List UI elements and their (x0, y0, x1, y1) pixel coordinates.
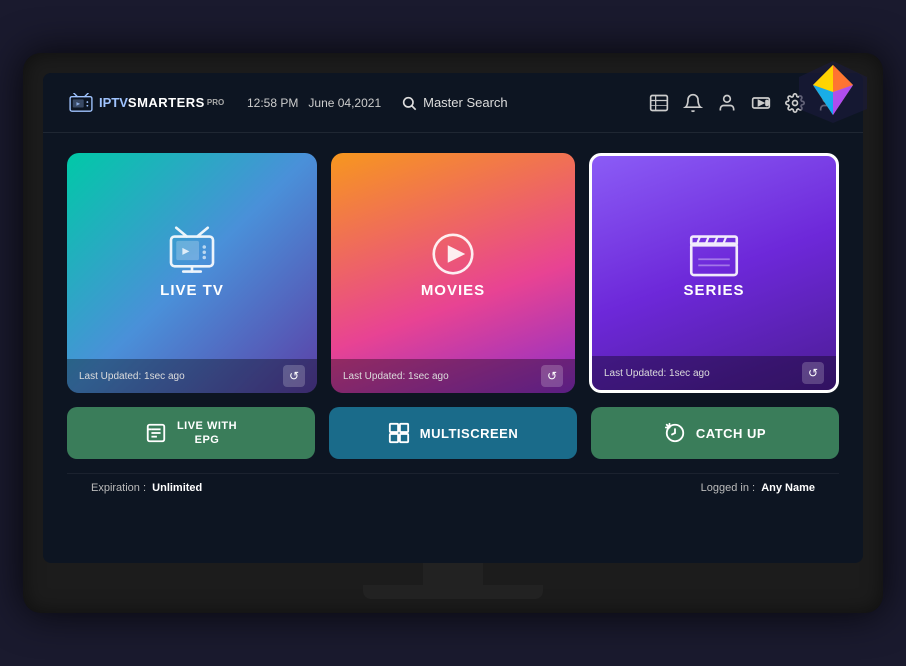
movies-card[interactable]: MOVIES Last Updated: 1sec ago ↺ (331, 153, 575, 393)
user-icon (717, 93, 737, 113)
main-content: LIVE TV Last Updated: 1sec ago ↺ (43, 133, 863, 563)
catchup-clock-icon (664, 422, 686, 444)
logo-pro-text: PRO (207, 98, 224, 107)
app-logo-badge (793, 57, 873, 127)
live-tv-card[interactable]: LIVE TV Last Updated: 1sec ago ↺ (67, 153, 317, 393)
record-button[interactable] (751, 93, 771, 113)
loggedin-info: Logged in : Any Name (701, 482, 815, 494)
series-icon-area: SERIES (592, 156, 836, 356)
live-epg-button[interactable]: LIVE WITHEPG (67, 407, 315, 459)
catchup-button[interactable]: CATCH UP (591, 407, 839, 459)
clapperboard-icon (686, 226, 742, 282)
tv-guide-icon (649, 93, 669, 113)
datetime-display: 12:58 PM June 04,2021 (247, 96, 381, 110)
series-card[interactable]: SERIES Last Updated: 1sec ago ↺ (589, 153, 839, 393)
live-tv-icon-area: LIVE TV (67, 153, 317, 359)
tv-screen: IPTV SMARTERS PRO 12:58 PM June 04,2021 … (43, 73, 863, 563)
multiscreen-label: MULTISCREEN (420, 426, 518, 441)
cards-row: LIVE TV Last Updated: 1sec ago ↺ (67, 153, 839, 393)
movies-updated: Last Updated: 1sec ago (343, 371, 449, 382)
user-profile-button[interactable] (717, 93, 737, 113)
tv-stand-base (363, 585, 543, 599)
logo-area: IPTV SMARTERS PRO (67, 93, 227, 113)
expiration-info: Expiration : Unlimited (91, 482, 202, 494)
tv-logo-icon (67, 93, 95, 113)
master-search-button[interactable]: Master Search (401, 95, 508, 111)
live-tv-title: LIVE TV (160, 282, 224, 299)
movies-footer: Last Updated: 1sec ago ↺ (331, 359, 575, 393)
live-tv-footer: Last Updated: 1sec ago ↺ (67, 359, 317, 393)
multiscreen-button[interactable]: MULTISCREEN (329, 407, 577, 459)
record-icon (751, 93, 771, 113)
movies-title: MOVIES (421, 282, 485, 299)
bell-icon (683, 93, 703, 113)
series-refresh-button[interactable]: ↺ (802, 362, 824, 384)
live-tv-updated: Last Updated: 1sec ago (79, 371, 185, 382)
notification-button[interactable] (683, 93, 703, 113)
movies-icon-area: MOVIES (331, 153, 575, 359)
live-tv-refresh-button[interactable]: ↺ (283, 365, 305, 387)
multiscreen-icon (388, 422, 410, 444)
series-updated: Last Updated: 1sec ago (604, 368, 710, 379)
header-bar: IPTV SMARTERS PRO 12:58 PM June 04,2021 … (43, 73, 863, 133)
logo-iptv-text: IPTV (99, 95, 128, 110)
tv-stand-neck (423, 563, 483, 585)
search-label: Master Search (423, 95, 508, 110)
series-footer: Last Updated: 1sec ago ↺ (592, 356, 836, 390)
footer-bar: Expiration : Unlimited Logged in : Any N… (67, 473, 839, 502)
search-icon (401, 95, 417, 111)
epg-book-icon (145, 422, 167, 444)
series-title: SERIES (683, 282, 744, 299)
tv-guide-button[interactable] (649, 93, 669, 113)
action-buttons-row: LIVE WITHEPG MULTISCREEN (67, 407, 839, 459)
tv-antenna-icon (164, 226, 220, 282)
catchup-label: CATCH UP (696, 426, 766, 441)
play-circle-icon (425, 226, 481, 282)
tv-frame: IPTV SMARTERS PRO 12:58 PM June 04,2021 … (23, 53, 883, 613)
logo-smarters-text: SMARTERS (128, 95, 205, 110)
live-epg-label: LIVE WITHEPG (177, 419, 237, 448)
screen-content: IPTV SMARTERS PRO 12:58 PM June 04,2021 … (43, 73, 863, 563)
movies-refresh-button[interactable]: ↺ (541, 365, 563, 387)
